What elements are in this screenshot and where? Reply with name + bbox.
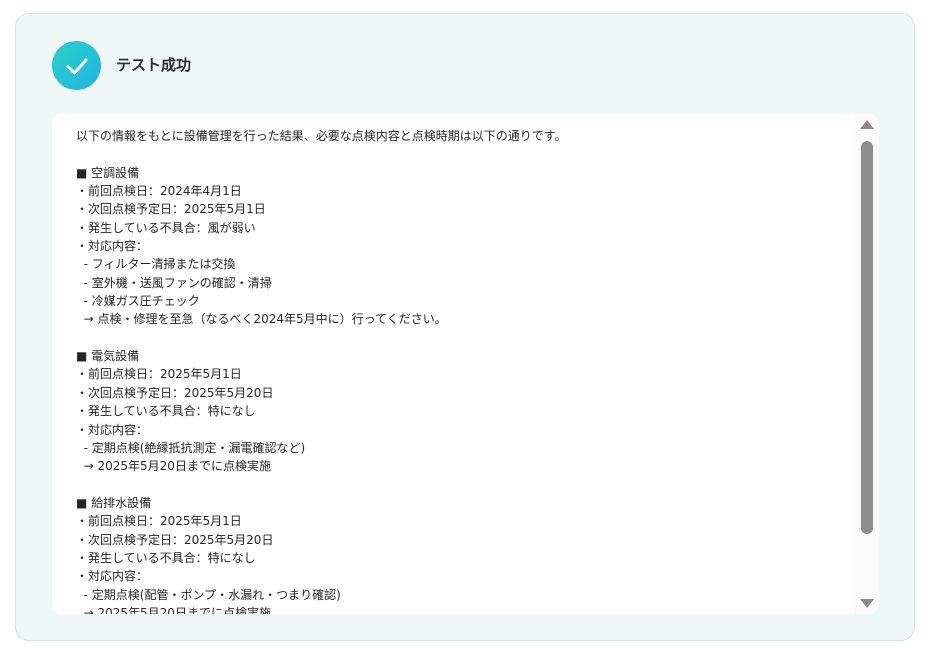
scrollbar-thumb[interactable] [861,141,873,534]
result-output-text: 以下の情報をもとに設備管理を行った結果、必要な点検内容と点検時期は以下の通りです… [76,129,567,614]
vertical-scrollbar[interactable] [855,114,879,614]
result-title: テスト成功 [116,56,192,74]
test-result-card: テスト成功 以下の情報をもとに設備管理を行った結果、必要な点検内容と点検時期は以… [15,13,915,641]
result-output-box[interactable]: 以下の情報をもとに設備管理を行った結果、必要な点検内容と点検時期は以下の通りです… [52,114,879,614]
success-check-icon [52,41,101,90]
arrow-down-icon[interactable] [860,599,874,608]
arrow-up-icon[interactable] [860,120,874,129]
